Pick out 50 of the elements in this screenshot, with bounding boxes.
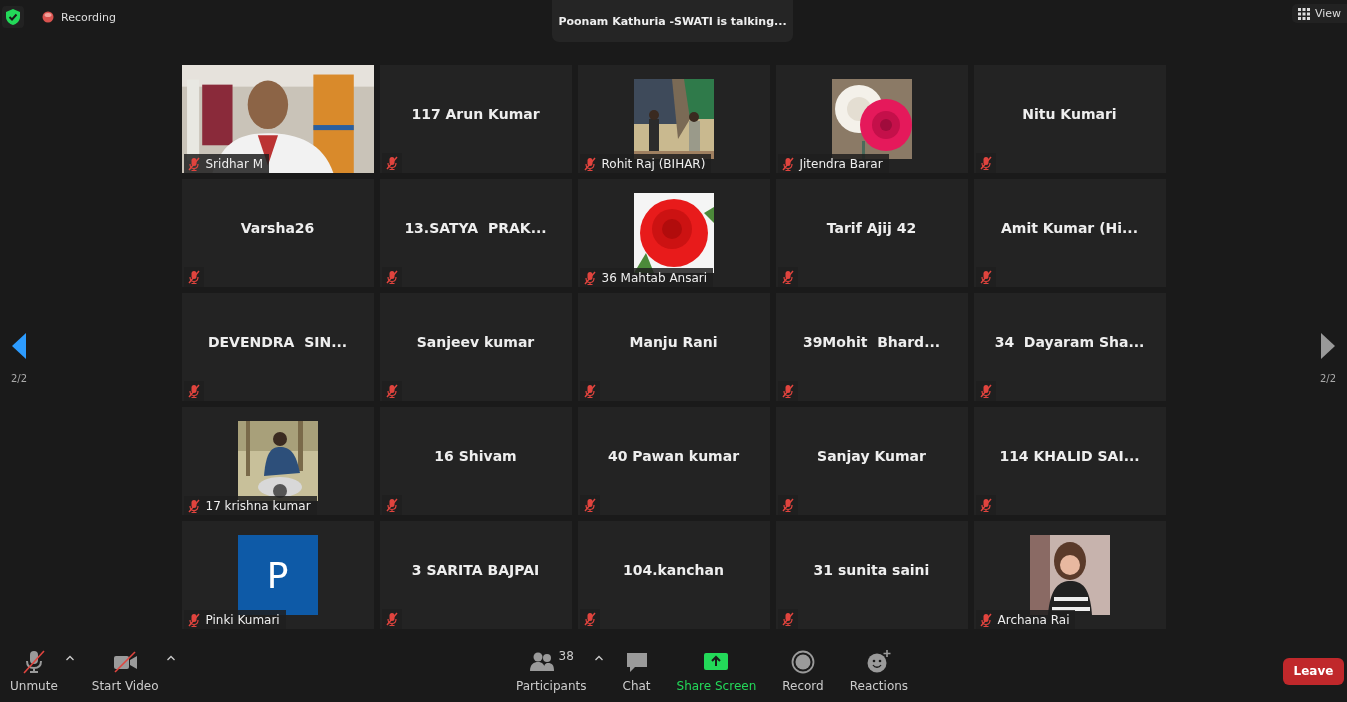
caret-icon[interactable] [166, 655, 175, 661]
participant-name: 3 SARITA BAJPAI [411, 562, 540, 578]
toolbar-button[interactable]: Record [776, 647, 830, 695]
participant-count: 38 [558, 649, 574, 663]
toolbar-button[interactable]: Chat [616, 647, 657, 695]
toolbar-button[interactable]: Start Video [85, 647, 165, 695]
participant-name: Tarif Ajij 42 [826, 220, 917, 236]
caret-icon[interactable] [594, 655, 603, 661]
participant-name: 36 Mahtab Ansari [601, 271, 708, 285]
participant-name: 34 Dayaram Sha... [994, 334, 1145, 350]
participant-name: Archana Rai [997, 613, 1070, 627]
participant-name: 16 Shivam [434, 448, 517, 464]
previous-page-arrow-icon[interactable] [12, 333, 26, 359]
shield-icon[interactable] [2, 6, 24, 28]
participant-name: Sanjay Kumar [817, 448, 926, 464]
participant-name: 31 sunita saini [813, 562, 930, 578]
participant-name: Manju Rani [629, 334, 718, 350]
avatar-initial: P [237, 535, 318, 615]
page-indicator: 2/2 [1319, 373, 1337, 384]
participant-name: Amit Kumar (Hi... [1000, 220, 1138, 236]
participant-name: 114 KHALID SAI... [999, 448, 1140, 464]
caret-icon[interactable] [65, 655, 74, 661]
leave-button[interactable]: Leave [1283, 657, 1344, 685]
participant-name: 40 Pawan kumar [607, 448, 740, 464]
participant-name: 39Mohit Bhard... [802, 334, 941, 350]
participant-name: Jitendra Barar [799, 157, 883, 171]
next-page-arrow-icon[interactable] [1321, 333, 1335, 359]
participant-name: Varsha26 [240, 220, 315, 236]
recording-label: Recording [61, 10, 117, 24]
grid-icon [1297, 7, 1310, 20]
smiley-icon [865, 649, 892, 675]
page-indicator: 2/2 [10, 373, 28, 384]
share-screen-button[interactable]: Share Screen [670, 647, 763, 695]
participant-name: 13.SATYA PRAK... [404, 220, 547, 236]
record-icon [790, 649, 816, 675]
participant-name: 117 Arun Kumar [411, 106, 540, 122]
participant-name: 104.kanchan [623, 562, 724, 578]
toolbar-button[interactable]: Reactions [843, 647, 915, 695]
participant-name: Nitu Kumari [1022, 106, 1117, 122]
participant-name: Sridhar M [205, 157, 264, 171]
participant-name: Pinki Kumari [205, 613, 280, 627]
participant-name: DEVENDRA SIN... [207, 334, 348, 350]
view-button[interactable]: View [1291, 4, 1347, 23]
participant-name: Rohit Raj (BIHAR) [601, 157, 706, 171]
participant-name: 17 krishna kumar [205, 499, 311, 513]
recording-dot-icon [42, 11, 54, 23]
talking-banner: Poonam Kathuria -SWATI is talking... [552, 0, 793, 42]
toolbar-button[interactable]: 38 Participants [510, 647, 593, 695]
toolbar-button[interactable]: Unmute [4, 647, 64, 695]
participant-name: Sanjeev kumar [416, 334, 535, 350]
